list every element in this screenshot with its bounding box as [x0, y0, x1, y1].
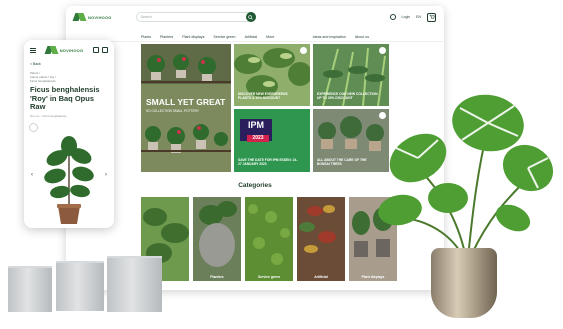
mobile-header: NOVIHOOG [30, 46, 108, 54]
tile-action-icon[interactable] [379, 47, 386, 54]
category-label: Service green [257, 275, 281, 279]
logo-icon [74, 13, 86, 21]
category-label: Artificial [314, 275, 328, 279]
monstera-plant [378, 94, 554, 258]
mobile-header-actions [92, 47, 108, 53]
nav-item-more[interactable]: More [266, 35, 274, 39]
nav-item-inspiration[interactable]: Ideas and inspiration [313, 35, 346, 39]
site-logo[interactable]: NOVIHOOG [74, 13, 112, 21]
grey-pot-large [107, 256, 162, 312]
product-meta: Item no. • Ficus benghalensis [30, 114, 67, 118]
prev-image-button[interactable]: ‹ [31, 172, 33, 178]
category-card[interactable]: Artificial [297, 197, 345, 281]
zoom-icon[interactable] [29, 123, 38, 132]
nav-item-planters[interactable]: Planters [160, 35, 173, 39]
grey-pot-small [8, 266, 52, 312]
logo-icon [46, 46, 58, 54]
nav-item-artificial[interactable]: Artificial [245, 35, 258, 39]
category-image [193, 197, 241, 281]
site-header: NOVIHOOG Search Login EN [66, 6, 444, 28]
nav-item-plants[interactable]: Plants [141, 35, 151, 39]
next-image-button[interactable]: › [105, 172, 107, 178]
hero-title: SMALL YET GREAT [146, 97, 226, 107]
category-image [297, 197, 345, 281]
tile-action-icon[interactable] [300, 47, 307, 54]
ipm-year: 2023 [247, 135, 269, 142]
mobile-logo[interactable]: NOVIHOOG [46, 46, 84, 54]
back-link[interactable]: < Back [30, 62, 41, 66]
breadcrumb-item[interactable]: Ficus benghalensis [30, 79, 56, 83]
user-icon[interactable] [389, 14, 396, 20]
hero-image [141, 44, 231, 172]
tile-caption: ALL ABOUT THE CARE OF THE BONSAI TREES [317, 158, 367, 166]
menu-icon[interactable] [30, 47, 36, 53]
tile-caption: EXPERIENCE OUR NEW COLLECTION UP TO 30% … [317, 92, 378, 100]
logo-text: NOVIHOOG [88, 14, 112, 20]
login-link[interactable]: Login [402, 15, 411, 19]
cart-icon [429, 14, 435, 19]
product-title: Ficus benghalensis 'Roy' in Baq Opus Raw [30, 85, 100, 111]
logo-text: NOVIHOOG [59, 47, 84, 53]
hero-banner[interactable]: SMALL YET GREAT SO COLLECTION SMALL POTT… [141, 44, 231, 172]
breadcrumb: Plants / Indoor plants / Fig / Ficus ben… [30, 71, 56, 83]
search-icon [248, 14, 253, 20]
hero-subtitle: SO COLLECTION SMALL POTTERY [146, 109, 199, 113]
tile-caption: SAVE THE DATE FOR IPM ESSEN: 24-27 JANUA… [238, 158, 298, 166]
main-navigation: Plants Planters Plant displays Service g… [66, 33, 444, 42]
nav-item-service-green[interactable]: Service green [213, 35, 235, 39]
nav-item-plant-displays[interactable]: Plant displays [182, 35, 204, 39]
search-placeholder: Search [140, 15, 152, 19]
category-card[interactable]: Service green [245, 197, 293, 281]
promo-tile-evergreens[interactable]: DISCOVER NEW EVERGREENS PLANTS & 10% DIS… [234, 44, 310, 106]
promo-tile-ipm[interactable]: IPM 2023 SAVE THE DATE FOR IPM ESSEN: 24… [234, 109, 310, 172]
search-button[interactable] [245, 12, 256, 22]
category-label: Plant displays [361, 275, 385, 279]
gold-planter-pot [431, 248, 497, 318]
nav-right: Ideas and inspiration About us [313, 35, 369, 39]
category-card[interactable]: Planters [193, 197, 241, 281]
search-icon[interactable] [92, 47, 99, 53]
cart-button[interactable] [427, 12, 436, 22]
nav-item-about[interactable]: About us [355, 35, 369, 39]
mobile-site-mockup: NOVIHOOG < Back Plants / Indoor plants /… [24, 40, 114, 228]
language-select[interactable]: EN [416, 15, 421, 19]
tile-caption: DISCOVER NEW EVERGREENS PLANTS & 10% DIS… [238, 92, 288, 100]
search-input[interactable]: Search [135, 12, 256, 22]
header-actions: Login EN [389, 12, 436, 22]
category-label: Planters [210, 275, 224, 279]
category-image [245, 197, 293, 281]
cart-icon[interactable] [101, 47, 108, 53]
grey-pot-medium [56, 261, 104, 311]
product-image [44, 136, 94, 224]
